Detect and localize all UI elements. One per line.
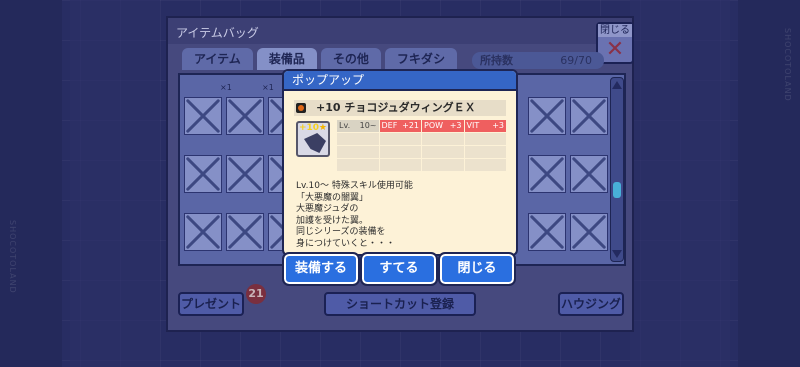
stats-row-empty bbox=[337, 146, 507, 158]
item-description: Lv.10～ 特殊スキル使用可能 「大悪魔の闇翼」 大悪魔ジュダの 加護を受けた… bbox=[296, 181, 413, 249]
stat-value: 10~ bbox=[359, 121, 377, 130]
stat-value: +21 bbox=[402, 121, 419, 130]
item-bag-tabs: アイテム 装備品 その他 フキダシ bbox=[182, 48, 458, 70]
stat-empty bbox=[422, 159, 464, 171]
watermark-right: SHOCOTOLAND bbox=[783, 28, 792, 102]
star-icon: ★ bbox=[318, 123, 327, 133]
tab-other[interactable]: その他 bbox=[320, 48, 381, 70]
stat-empty bbox=[464, 133, 506, 145]
scroll-down-arrow-icon[interactable] bbox=[612, 250, 622, 258]
present-button-label: プレゼント bbox=[180, 297, 241, 311]
empty-item-slot[interactable] bbox=[528, 97, 566, 135]
possession-count-value: 69/70 bbox=[560, 54, 592, 67]
tab-equipment[interactable]: 装備品 bbox=[256, 48, 317, 70]
empty-item-slot[interactable] bbox=[528, 155, 566, 193]
stats-row-empty bbox=[337, 159, 507, 171]
tab-speech-bubbles[interactable]: フキダシ bbox=[384, 48, 458, 70]
popup-close-button[interactable]: 閉じる bbox=[438, 252, 516, 286]
stat-empty bbox=[422, 133, 464, 145]
enhance-level-label: +10 bbox=[299, 123, 320, 133]
stats-row: Lv. 10~ DEF +21 POW +3 VIT +3 bbox=[337, 120, 507, 132]
stat-label: VIT bbox=[466, 121, 480, 130]
stat-empty bbox=[379, 146, 421, 158]
empty-item-slot[interactable] bbox=[570, 155, 608, 193]
empty-item-slot[interactable] bbox=[184, 97, 222, 135]
item-bag-title-bar: アイテムバッグ bbox=[168, 18, 632, 44]
stat-empty bbox=[422, 146, 464, 158]
slot-count: ×1 bbox=[262, 83, 274, 92]
empty-item-slot[interactable] bbox=[570, 213, 608, 251]
stat-level: Lv. 10~ bbox=[337, 120, 379, 132]
slot-count: ×1 bbox=[220, 83, 232, 92]
equip-button[interactable]: 装備する bbox=[282, 252, 360, 286]
item-bag-title: アイテムバッグ bbox=[176, 26, 259, 40]
possession-count: 所持数 69/70 bbox=[472, 52, 604, 69]
popup-title: ポップアップ bbox=[284, 71, 516, 91]
left-background-art bbox=[70, 0, 160, 367]
stat-vit: VIT +3 bbox=[464, 120, 506, 132]
stat-empty bbox=[379, 133, 421, 145]
discard-button[interactable]: すてる bbox=[360, 252, 438, 286]
stat-empty bbox=[379, 159, 421, 171]
item-stats-table: Lv. 10~ DEF +21 POW +3 VIT +3 bbox=[337, 120, 507, 172]
stat-label: POW bbox=[424, 121, 444, 130]
stat-pow: POW +3 bbox=[422, 120, 464, 132]
item-detail-popup: ポップアップ +10 チョコジュダウィングＥＸ +10 ★ Lv. 10~ DE… bbox=[282, 69, 518, 256]
wing-icon bbox=[304, 133, 326, 153]
present-button[interactable]: プレゼント 21 bbox=[178, 284, 266, 316]
empty-item-slot[interactable] bbox=[184, 213, 222, 251]
stat-value: +3 bbox=[492, 121, 504, 130]
possession-count-label: 所持数 bbox=[480, 54, 513, 67]
stats-row-empty bbox=[337, 133, 507, 145]
stat-empty bbox=[464, 159, 506, 171]
left-sidebar-shade bbox=[0, 0, 62, 367]
present-count-badge: 21 bbox=[246, 284, 266, 304]
stat-label: Lv. bbox=[339, 121, 351, 130]
stat-empty bbox=[337, 159, 379, 171]
item-name-row: +10 チョコジュダウィングＥＸ bbox=[294, 100, 506, 116]
stat-empty bbox=[337, 133, 379, 145]
empty-item-slot[interactable] bbox=[226, 155, 264, 193]
shortcut-register-button[interactable]: ショートカット登録 bbox=[324, 292, 476, 316]
item-grid-scrollbar[interactable] bbox=[610, 77, 624, 262]
stat-label: DEF bbox=[381, 121, 398, 130]
scroll-up-arrow-icon[interactable] bbox=[612, 81, 622, 89]
demon-wing-item-icon: +10 ★ bbox=[296, 121, 330, 157]
right-background-art bbox=[630, 0, 730, 367]
housing-button[interactable]: ハウジング bbox=[558, 292, 624, 316]
stat-empty bbox=[337, 146, 379, 158]
empty-item-slot[interactable] bbox=[226, 97, 264, 135]
stat-value: +3 bbox=[449, 121, 462, 130]
stat-def: DEF +21 bbox=[379, 120, 421, 132]
scrollbar-thumb[interactable] bbox=[613, 182, 621, 198]
empty-item-slot[interactable] bbox=[570, 97, 608, 135]
item-name: +10 チョコジュダウィングＥＸ bbox=[316, 101, 476, 114]
rarity-gem-icon bbox=[296, 103, 306, 113]
empty-item-slot[interactable] bbox=[528, 213, 566, 251]
tab-items[interactable]: アイテム bbox=[182, 48, 253, 70]
watermark-left: SHOCOTOLAND bbox=[8, 220, 17, 294]
empty-item-slot[interactable] bbox=[226, 213, 264, 251]
stat-empty bbox=[464, 146, 506, 158]
empty-item-slot[interactable] bbox=[184, 155, 222, 193]
item-bag-close-label: 閉じる bbox=[598, 24, 632, 37]
